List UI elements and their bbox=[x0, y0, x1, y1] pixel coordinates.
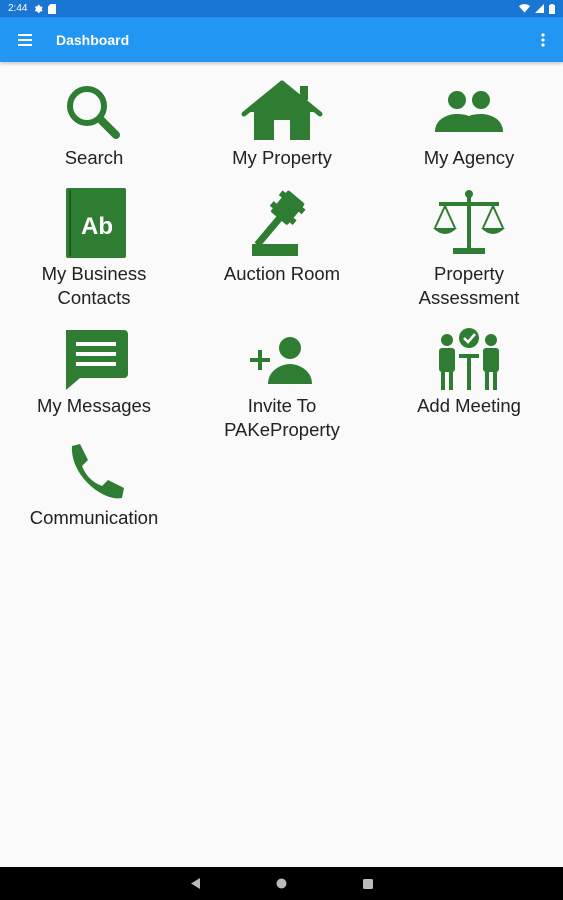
recents-icon[interactable] bbox=[361, 877, 375, 891]
message-icon bbox=[44, 328, 144, 394]
tile-label: Communication bbox=[29, 507, 159, 528]
battery-icon bbox=[549, 3, 555, 14]
tile-label: My Agency bbox=[423, 147, 515, 168]
wifi-icon bbox=[519, 4, 530, 13]
overflow-menu-icon[interactable] bbox=[537, 30, 549, 50]
tile-communication[interactable]: Communication bbox=[0, 440, 188, 530]
group-icon bbox=[419, 80, 519, 146]
tile-my-messages[interactable]: My Messages bbox=[0, 328, 188, 418]
system-navigation-bar bbox=[0, 867, 563, 900]
tile-label: Invite To PAKeProperty bbox=[224, 395, 340, 440]
tile-label: My Business Contacts bbox=[41, 263, 147, 308]
gavel-icon bbox=[232, 186, 332, 262]
tile-auction-room[interactable]: Auction Room bbox=[188, 186, 376, 286]
meeting-icon bbox=[419, 328, 519, 394]
home-icon[interactable] bbox=[275, 877, 289, 891]
back-icon[interactable] bbox=[189, 877, 203, 891]
settings-gear-icon bbox=[35, 4, 44, 13]
sd-card-icon bbox=[48, 3, 57, 14]
svg-text:Ab: Ab bbox=[81, 213, 113, 240]
tile-invite-to-pakeproperty[interactable]: Invite To PAKeProperty bbox=[188, 328, 376, 442]
phone-icon bbox=[44, 440, 144, 506]
tile-label: Add Meeting bbox=[417, 395, 521, 416]
tile-label: My Property bbox=[232, 147, 332, 168]
house-icon bbox=[232, 80, 332, 146]
tile-my-property[interactable]: My Property bbox=[188, 80, 376, 170]
scales-icon bbox=[419, 186, 519, 262]
status-time: 2:44 bbox=[8, 3, 28, 14]
tile-search[interactable]: Search bbox=[0, 80, 188, 170]
tile-my-business-contacts[interactable]: Ab My Business Contacts bbox=[0, 186, 188, 310]
search-icon bbox=[44, 80, 144, 146]
status-bar: 2:44 bbox=[0, 0, 563, 17]
page-title: Dashboard bbox=[56, 31, 130, 48]
add-person-icon bbox=[232, 328, 332, 394]
tile-label: Search bbox=[64, 147, 124, 168]
tile-label: Property Assessment bbox=[418, 263, 520, 308]
tile-label: My Messages bbox=[36, 395, 152, 416]
tile-property-assessment[interactable]: Property Assessment bbox=[375, 186, 563, 310]
tile-label: Auction Room bbox=[223, 263, 341, 284]
app-bar: Dashboard bbox=[0, 17, 563, 62]
hamburger-menu-icon[interactable] bbox=[18, 33, 34, 47]
contacts-book-icon: Ab bbox=[44, 186, 144, 262]
tile-my-agency[interactable]: My Agency bbox=[375, 80, 563, 170]
tile-add-meeting[interactable]: Add Meeting bbox=[375, 328, 563, 418]
signal-icon bbox=[535, 4, 544, 13]
